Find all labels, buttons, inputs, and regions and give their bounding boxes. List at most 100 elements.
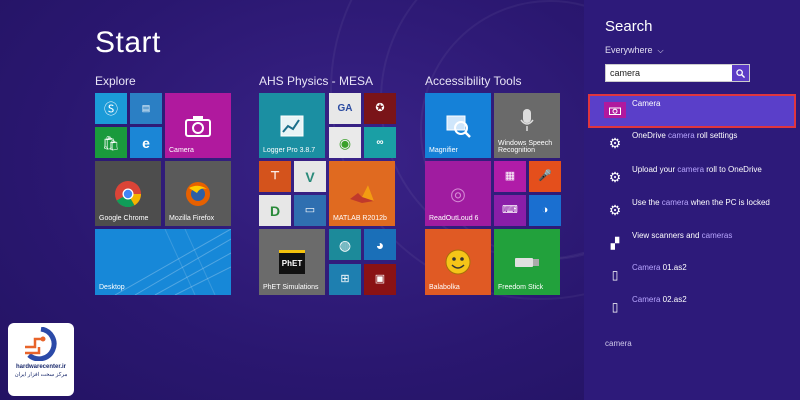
tile-mic-app[interactable]: 🎤 [529, 161, 561, 192]
tile-vernier[interactable]: V [294, 161, 326, 192]
start-screen: Start Explore AHS Physics - MESA Accessi… [0, 0, 584, 400]
result-label: OneDrive camera roll settings [632, 131, 738, 140]
start-title: Start [95, 26, 161, 59]
brand-emblem-icon [25, 327, 57, 361]
search-box [605, 64, 750, 82]
search-result-camera[interactable]: Camera [588, 94, 796, 128]
tile-green-app[interactable]: ◉ [329, 127, 361, 158]
tile-keyboard-app[interactable]: ⌨ [494, 195, 526, 226]
search-pane: Search Everywhere ⌵ Camera ⚙ OneDrive cam… [584, 0, 800, 400]
search-icon [736, 68, 745, 78]
tile-store[interactable]: 🛍 [95, 127, 127, 158]
tile-label: Magnifier [429, 147, 458, 155]
microphone-icon: 🎤 [538, 170, 552, 182]
tile-readoutloud[interactable]: ◎ ReadOutLoud 6 [425, 161, 491, 226]
search-scope-dropdown[interactable]: Everywhere ⌵ [605, 45, 664, 56]
camera-icon [185, 115, 211, 137]
document-icon: ▭ [304, 204, 316, 216]
tile-google-chrome[interactable]: Google Chrome [95, 161, 161, 226]
group-title-explore: Explore [95, 74, 136, 88]
tile-red-app[interactable]: ✪ [364, 93, 396, 124]
chrome-icon [115, 180, 142, 207]
gear-icon: ⚙ [608, 134, 622, 151]
brand-tagline: مرکز سخت افزار ایران [14, 372, 68, 378]
file-icon: ▯ [611, 300, 619, 314]
search-input[interactable] [606, 65, 731, 81]
search-result-camera-01[interactable]: ▯ Camera 01.as2 [590, 260, 794, 290]
camera-app-icon [604, 102, 626, 118]
chevron-down-icon: ⌵ [657, 46, 664, 55]
tile-d-app[interactable]: D [259, 195, 291, 226]
tile-speech-recognition[interactable]: Windows Speech Recognition [494, 93, 560, 158]
search-title: Search [605, 18, 653, 35]
search-result-upload-camera-roll[interactable]: ⚙ Upload your camera roll to OneDrive [590, 162, 794, 192]
search-result-camera-02[interactable]: ▯ Camera 02.as2 [590, 292, 794, 322]
tile-ease-app[interactable]: ◑ [529, 195, 561, 226]
readoutloud-icon: ◎ [450, 183, 466, 204]
ga-app-icon: GA [337, 102, 353, 114]
search-result-scanners-cameras[interactable]: ▞ View scanners and cameras [590, 228, 794, 258]
tile-arduino[interactable]: ∞ [364, 127, 396, 158]
search-result-camera-locked[interactable]: ⚙ Use the camera when the PC is locked [590, 195, 794, 225]
brand-name: hardwarecenter.ir [15, 364, 67, 370]
firefox-icon [186, 181, 210, 206]
app-icon: ◕ [375, 236, 385, 253]
app-icon: ▣ [374, 273, 386, 285]
search-scope-label: Everywhere [605, 45, 653, 55]
tile-mwea[interactable]: ▤ [130, 93, 162, 124]
result-label: Camera [632, 99, 661, 108]
tile-orange-app[interactable]: ⊤ [259, 161, 291, 192]
tile-matlab[interactable]: MATLAB R2012b [329, 161, 395, 226]
graph-icon [280, 115, 304, 136]
app-icon: ◉ [338, 134, 352, 151]
tile-blue-app[interactable]: ◕ [364, 229, 396, 260]
keyboard-icon: ⌨ [502, 204, 518, 216]
search-result-onedrive-camera-roll[interactable]: ⚙ OneDrive camera roll settings [590, 128, 794, 158]
tile-label: Camera [169, 147, 194, 155]
tile-label: ReadOutLoud 6 [429, 215, 479, 223]
tile-doc-app[interactable]: ▭ [294, 195, 326, 226]
search-suggestion[interactable]: camera [605, 339, 632, 348]
tile-internet-explorer[interactable]: e [130, 127, 162, 158]
tile-label: MATLAB R2012b [333, 215, 387, 223]
result-label: Camera 01.as2 [632, 263, 687, 272]
skype-icon: Ⓢ [104, 100, 118, 117]
tile-skype[interactable]: Ⓢ [95, 93, 127, 124]
smiley-icon [445, 249, 471, 275]
tile-label: Balabolka [429, 284, 460, 292]
app-icon: ▤ [141, 103, 151, 113]
tile-balabolka[interactable]: Balabolka [425, 229, 491, 295]
tile-windows-app[interactable]: ⊞ [329, 264, 361, 295]
phet-icon: PhET [279, 250, 305, 274]
app-icon: D [269, 202, 281, 219]
tile-darkred-app[interactable]: ▣ [364, 264, 396, 295]
tile-phet[interactable]: PhET PhET Simulations [259, 229, 325, 295]
result-label: Upload your camera roll to OneDrive [632, 165, 762, 174]
matlab-icon [350, 184, 374, 203]
tile-globe-app[interactable]: ◍ [329, 229, 361, 260]
globe-icon: ◍ [338, 236, 352, 253]
tile-freedom-stick[interactable]: Freedom Stick [494, 229, 560, 295]
tile-camera[interactable]: Camera [165, 93, 231, 158]
tile-mozilla-firefox[interactable]: Mozilla Firefox [165, 161, 231, 226]
tile-logger-pro[interactable]: Logger Pro 3.8.7 [259, 93, 325, 158]
result-label: Use the camera when the PC is locked [632, 198, 770, 207]
gear-icon: ⚙ [608, 201, 622, 218]
tile-label: Logger Pro 3.8.7 [263, 147, 316, 155]
group-title-accessibility: Accessibility Tools [425, 74, 522, 88]
store-icon: 🛍 [102, 134, 120, 151]
usb-stick-icon [515, 258, 539, 267]
group-title-physics: AHS Physics - MESA [259, 74, 374, 88]
tile-label: Mozilla Firefox [169, 215, 215, 223]
tile-ga-app[interactable]: GA [329, 93, 361, 124]
tile-narrator[interactable]: ▦ [494, 161, 526, 192]
tile-desktop[interactable]: Desktop [95, 229, 231, 295]
app-icon: ✪ [375, 102, 385, 114]
app-icon: ▦ [504, 170, 516, 182]
scanner-icon: ▞ [610, 237, 620, 250]
search-button[interactable] [732, 65, 749, 81]
gear-icon: ⚙ [608, 168, 622, 185]
app-icon: ⊞ [340, 273, 350, 285]
tile-magnifier[interactable]: Magnifier [425, 93, 491, 158]
vernier-icon: V [305, 168, 315, 185]
